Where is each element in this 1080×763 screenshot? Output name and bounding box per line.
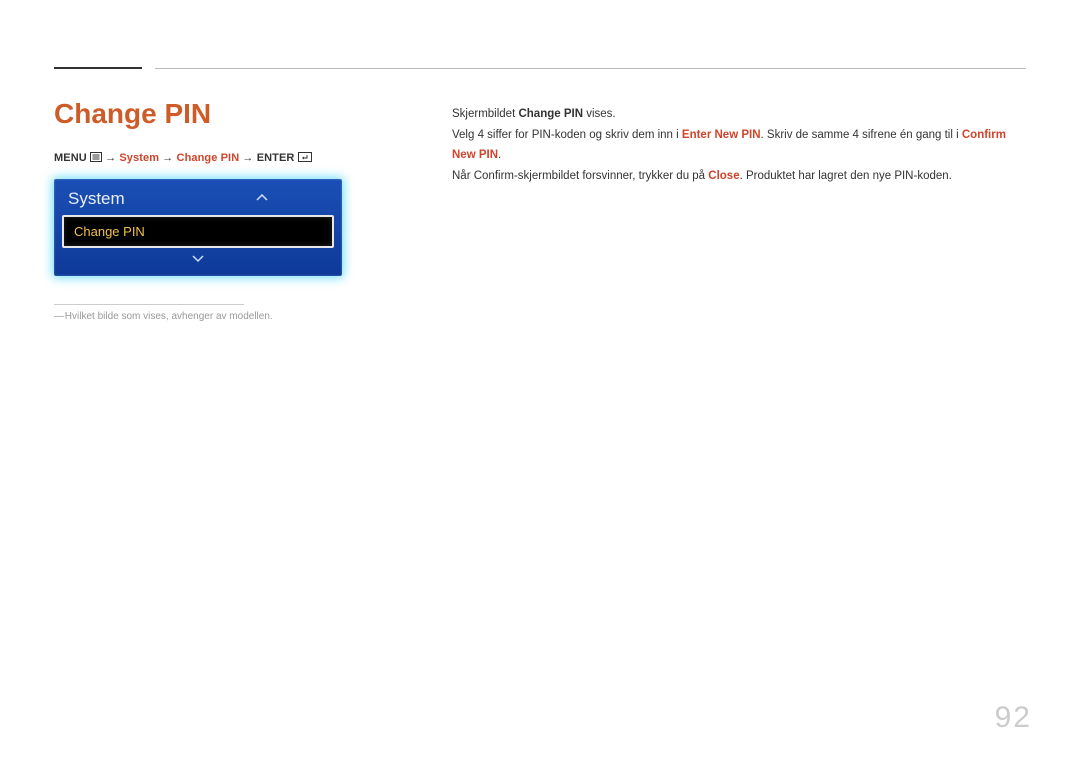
tv-menu-panel: System Change PIN: [54, 179, 342, 276]
footnote-text: Hvilket bilde som vises, avhenger av mod…: [54, 311, 344, 322]
body-line1-pre: Skjermbildet: [452, 108, 518, 120]
chevron-up-icon[interactable]: [256, 193, 328, 205]
tv-menu-title: System: [68, 189, 125, 209]
tv-menu-item-change-pin[interactable]: Change PIN: [62, 215, 334, 248]
breadcrumb-change-pin: Change PIN: [177, 152, 240, 164]
body-line2-red1: Enter New PIN: [682, 129, 761, 141]
breadcrumb-arrow-2: →: [162, 152, 176, 164]
breadcrumb-system: System: [119, 152, 159, 164]
left-column: Change PIN MENU → System → Change PIN → …: [54, 98, 344, 322]
page-number: 92: [995, 701, 1032, 735]
body-line2-pre: Velg 4 siffer for PIN-koden og skriv dem…: [452, 129, 682, 141]
breadcrumb-arrow-3: →: [242, 152, 256, 164]
breadcrumb-enter-label: ENTER: [257, 152, 295, 164]
enter-icon: [298, 152, 312, 165]
body-text: Skjermbildet Change PIN vises. Velg 4 si…: [452, 104, 1020, 187]
body-line1-bold: Change PIN: [518, 108, 583, 120]
body-line2-mid: . Skriv de samme 4 sifrene én gang til i: [761, 129, 962, 141]
breadcrumb-menu-label: MENU: [54, 152, 87, 164]
body-line-2: Velg 4 siffer for PIN-koden og skriv dem…: [452, 125, 1020, 166]
menu-icon: [90, 152, 102, 165]
page-title: Change PIN: [54, 98, 344, 130]
header-rule-short: [54, 67, 142, 69]
body-line3-post: . Produktet har lagret den nye PIN-koden…: [740, 170, 952, 182]
tv-menu-header: System: [54, 179, 342, 215]
breadcrumb-arrow-1: →: [105, 152, 119, 164]
breadcrumb: MENU → System → Change PIN → ENTER: [54, 152, 344, 165]
body-line3-red: Close: [708, 170, 739, 182]
body-line-3: Når Confirm-skjermbildet forsvinner, try…: [452, 166, 1020, 187]
body-line3-pre: Når Confirm-skjermbildet forsvinner, try…: [452, 170, 708, 182]
header-rule-long: [155, 68, 1026, 69]
body-line-1: Skjermbildet Change PIN vises.: [452, 104, 1020, 125]
footnote-rule: [54, 304, 244, 305]
body-line1-post: vises.: [583, 108, 616, 120]
body-line2-post: .: [498, 149, 501, 161]
chevron-down-icon[interactable]: [54, 252, 342, 270]
